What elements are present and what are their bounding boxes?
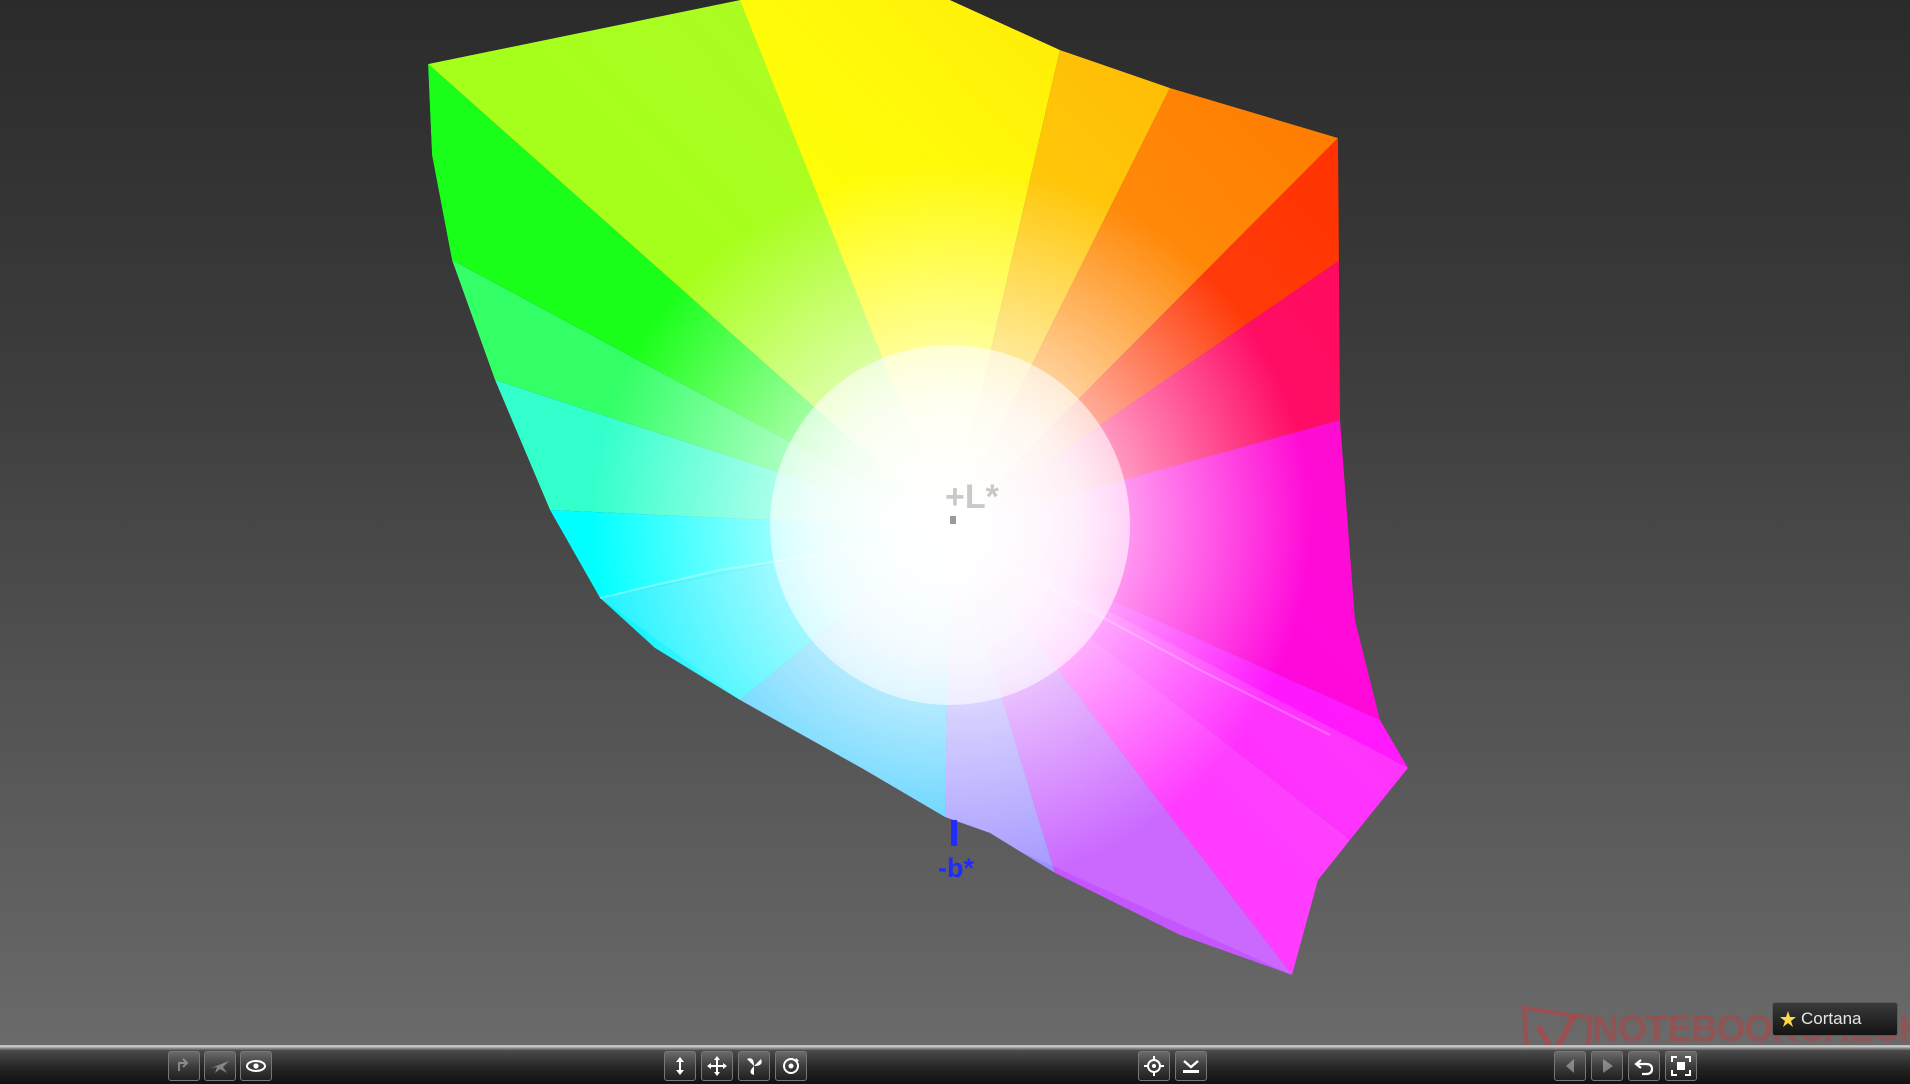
fit-screen-icon <box>1671 1056 1691 1076</box>
fan-rotate-icon <box>747 1058 762 1075</box>
floor-snap-button[interactable] <box>1175 1051 1207 1081</box>
undo-button[interactable] <box>1628 1051 1660 1081</box>
center-target-button[interactable] <box>1138 1051 1170 1081</box>
play-button[interactable] <box>1591 1051 1623 1081</box>
back-button[interactable] <box>1554 1051 1586 1081</box>
pan-button[interactable] <box>701 1051 733 1081</box>
play-icon <box>1603 1059 1613 1073</box>
lightness-axis-label: +L* <box>945 478 999 516</box>
3d-viewport[interactable]: +L* -b* NOTEBOOKCHECK Cortana <box>0 0 1910 1045</box>
b-negative-axis-label: -b* <box>938 853 974 883</box>
eye-icon <box>246 1060 266 1072</box>
brand-badge-text: Cortana <box>1801 1009 1862 1028</box>
rotate-left-icon <box>178 1058 189 1071</box>
viewer-toolbar <box>0 1045 1910 1084</box>
brand-badge: Cortana <box>1772 1002 1898 1036</box>
star-burst-icon <box>1780 1011 1796 1027</box>
undo-icon <box>1634 1059 1654 1076</box>
b-axis-tick <box>951 820 957 846</box>
back-icon <box>1566 1059 1574 1073</box>
orbit-button[interactable] <box>775 1051 807 1081</box>
crosshair-target-icon <box>1144 1056 1164 1076</box>
move-vertical-icon <box>676 1057 684 1075</box>
move-vertical-button[interactable] <box>664 1051 696 1081</box>
rotate-left-button[interactable] <box>168 1051 200 1081</box>
fly-mode-button[interactable] <box>204 1051 236 1081</box>
move-all-icon <box>707 1056 727 1076</box>
view-mode-button[interactable] <box>240 1051 272 1081</box>
floor-snap-icon <box>1183 1060 1199 1073</box>
orbit-icon <box>783 1058 799 1074</box>
spin-button[interactable] <box>738 1051 770 1081</box>
fit-screen-button[interactable] <box>1665 1051 1697 1081</box>
color-gamut-solid[interactable] <box>0 0 1910 1045</box>
airplane-icon <box>211 1061 229 1073</box>
